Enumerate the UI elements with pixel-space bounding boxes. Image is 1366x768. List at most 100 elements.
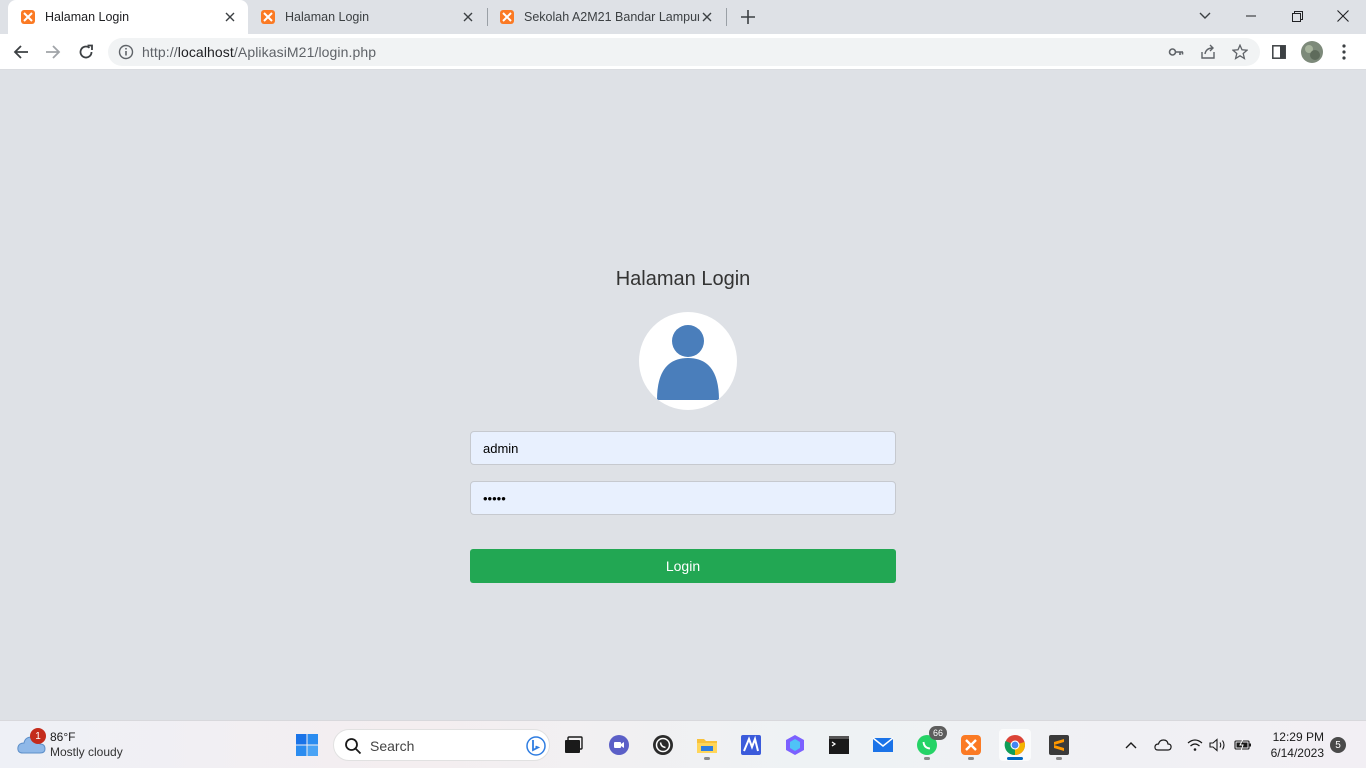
chrome-icon [1004, 735, 1025, 756]
weather-badge: 1 [30, 728, 46, 744]
start-button[interactable] [291, 729, 323, 761]
file-explorer-button[interactable] [691, 729, 723, 761]
onedrive-cloud-icon [1154, 739, 1172, 751]
tab-sekolah[interactable]: Sekolah A2M21 Bandar Lampung [487, 0, 725, 34]
tab-title: Sekolah A2M21 Bandar Lampung [524, 10, 699, 24]
terminal-button[interactable] [823, 729, 855, 761]
tab-separator [726, 8, 727, 26]
restore-button[interactable] [1284, 4, 1310, 28]
url-scheme: http:// [142, 44, 178, 60]
clock-date: 6/14/2023 [1270, 746, 1324, 760]
menu-button[interactable] [1332, 40, 1356, 64]
running-indicator [704, 757, 710, 760]
whatsapp-button[interactable]: 66 [911, 726, 947, 761]
profile-avatar-icon [1301, 41, 1323, 63]
teams-chat-button[interactable] [603, 729, 635, 761]
weather-widget[interactable]: 1 86°F Mostly cloudy [16, 728, 156, 761]
whatsapp-icon [653, 735, 673, 755]
kebab-menu-icon [1342, 44, 1346, 60]
page-title: Halaman Login [615, 268, 751, 290]
clock-time: 12:29 PM [1272, 730, 1324, 744]
mail-icon [872, 737, 894, 752]
avatar [639, 312, 737, 410]
chrome-button[interactable] [999, 729, 1031, 761]
tab-strip: Halaman Login Halaman Login Sekolah A2M2… [0, 0, 1366, 34]
copilot-icon [786, 735, 804, 755]
weather-temperature: 86°F [50, 730, 76, 744]
address-bar[interactable]: http://localhost/AplikasiM21/login.php [108, 38, 1260, 66]
wifi-icon [1187, 739, 1203, 751]
profile-button[interactable] [1300, 40, 1324, 64]
copilot-button[interactable] [779, 729, 811, 761]
close-tab-icon[interactable] [460, 9, 476, 25]
file-explorer-icon [697, 739, 717, 753]
url-text: http://localhost/AplikasiM21/login.php [142, 44, 376, 60]
weather-condition: Mostly cloudy [50, 745, 123, 759]
tab-halaman-login-active[interactable]: Halaman Login [8, 0, 248, 34]
bing-icon[interactable] [526, 736, 546, 756]
url-host: localhost [177, 44, 234, 60]
minimize-button[interactable] [1238, 4, 1264, 28]
tab-title: Halaman Login [45, 10, 130, 24]
teams-chat-icon [609, 735, 629, 755]
page-content: Halaman Login Login [0, 70, 1366, 720]
url-path: /AplikasiM21/login.php [233, 44, 377, 60]
windows-start-icon [296, 734, 318, 756]
reload-icon [79, 44, 93, 59]
side-panel-button[interactable] [1267, 40, 1291, 64]
active-indicator [1007, 757, 1023, 760]
side-panel-icon [1272, 45, 1286, 59]
search-label: Search [370, 738, 415, 754]
battery-button[interactable] [1233, 735, 1253, 755]
battery-charging-icon [1234, 739, 1251, 751]
notification-count-badge[interactable]: 5 [1330, 737, 1346, 753]
login-button[interactable]: Login [470, 549, 896, 583]
share-icon[interactable] [1200, 44, 1216, 60]
tab-search-button[interactable] [1192, 4, 1218, 28]
plus-icon [741, 10, 755, 24]
wifi-button[interactable] [1185, 735, 1205, 755]
close-window-button[interactable] [1330, 4, 1356, 28]
close-tab-icon[interactable] [699, 9, 715, 25]
editor-button[interactable] [735, 729, 767, 761]
xampp-icon [21, 10, 35, 24]
arrow-left-icon [13, 45, 28, 59]
task-view-icon [565, 736, 583, 753]
xampp-icon [961, 735, 981, 755]
close-tab-icon[interactable] [222, 9, 238, 25]
forward-button[interactable] [41, 40, 65, 64]
tab-title: Halaman Login [285, 10, 370, 24]
volume-button[interactable] [1208, 735, 1228, 755]
new-tab-button[interactable] [737, 6, 759, 28]
info-icon[interactable] [118, 44, 134, 60]
username-input[interactable] [470, 431, 896, 465]
xampp-button[interactable] [955, 729, 987, 761]
onedrive-button[interactable] [1153, 735, 1173, 755]
system-clock[interactable]: 12:29 PM 6/14/2023 [1262, 729, 1324, 761]
taskbar-search[interactable]: Search [333, 729, 550, 761]
show-hidden-icons-button[interactable] [1121, 735, 1141, 755]
password-input[interactable] [470, 481, 896, 515]
task-view-button[interactable] [557, 729, 589, 761]
whatsapp-badge: 66 [929, 726, 947, 740]
speaker-icon [1209, 738, 1225, 752]
xampp-icon [500, 10, 514, 24]
editor-icon [741, 735, 761, 755]
bookmark-star-icon[interactable] [1232, 44, 1248, 60]
minimize-icon [1246, 15, 1256, 17]
running-indicator [1056, 757, 1062, 760]
restore-icon [1291, 10, 1303, 22]
key-icon[interactable] [1168, 44, 1184, 60]
reload-button[interactable] [74, 40, 98, 64]
arrow-right-icon [46, 45, 61, 59]
sublime-text-icon [1049, 735, 1069, 755]
whatsapp-pinned-button[interactable] [647, 729, 679, 761]
sublime-button[interactable] [1043, 729, 1075, 761]
user-avatar-icon [657, 325, 719, 400]
back-button[interactable] [9, 40, 33, 64]
windows-taskbar: 1 86°F Mostly cloudy Search 66 12:29 PM … [0, 720, 1366, 768]
chevron-up-icon [1125, 742, 1137, 749]
tab-halaman-login[interactable]: Halaman Login [248, 0, 486, 34]
mail-button[interactable] [867, 729, 899, 761]
close-icon [1337, 10, 1349, 22]
